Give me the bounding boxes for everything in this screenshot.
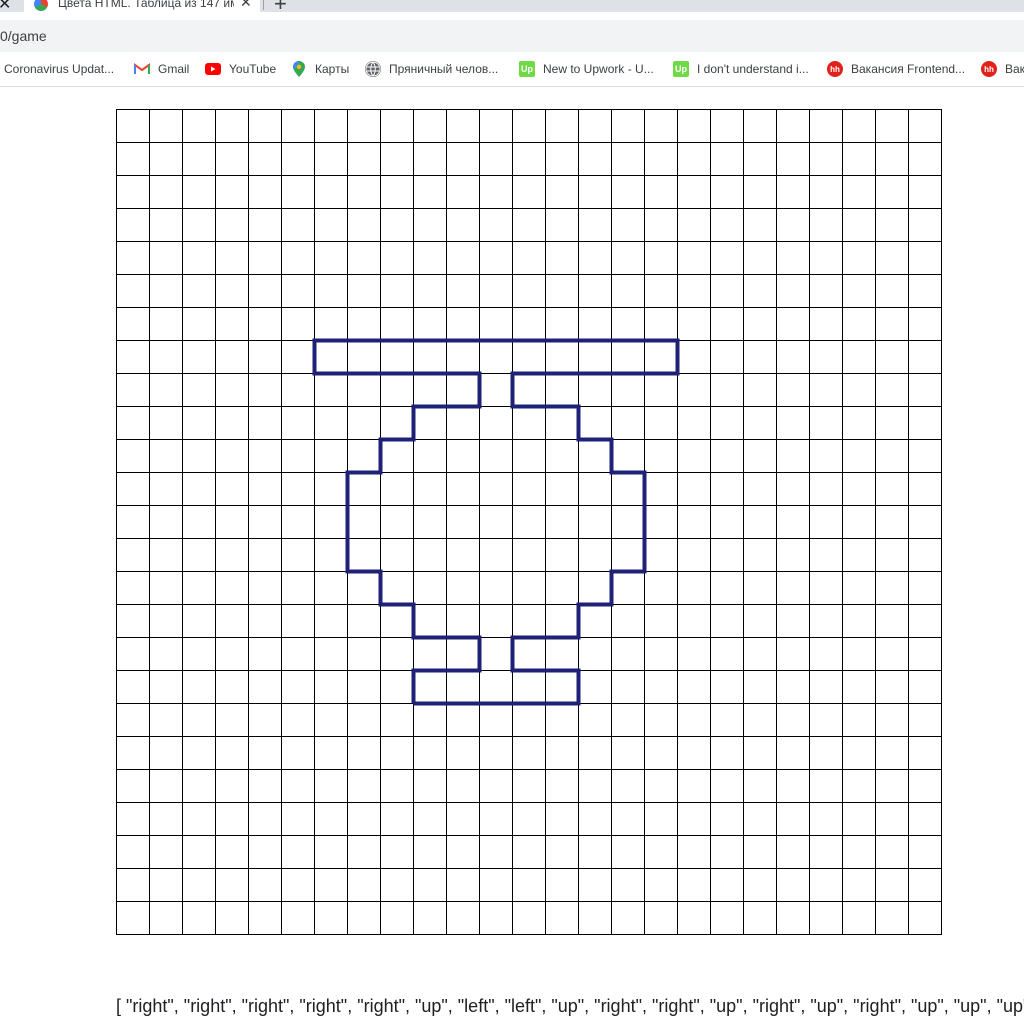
bookmark-label: Вак: [1005, 62, 1024, 76]
hh-icon: hh: [827, 61, 843, 77]
upwork-icon: Up: [673, 61, 689, 77]
bookmark-hh-vacancy[interactable]: hh Вакансия Frontend...: [827, 60, 965, 78]
bookmark-label: Карты: [315, 62, 350, 76]
bookmark-label: New to Upwork - U...: [543, 62, 654, 76]
bookmark-youtube[interactable]: YouTube: [205, 60, 276, 78]
youtube-icon: [205, 61, 221, 77]
bookmark-label: I don't understand i...: [697, 62, 809, 76]
tab-close-icon[interactable]: ✕: [240, 0, 252, 11]
bookmark-label: YouTube: [229, 62, 277, 76]
bookmark-gmail[interactable]: Gmail: [134, 60, 189, 78]
active-tab[interactable]: Цвета HTML. Таблица из 147 им ✕: [24, 0, 260, 12]
bookmark-gingerbread[interactable]: Пряничный челов...: [365, 60, 498, 78]
bookmark-label: Coronavirus Updat...: [4, 62, 115, 76]
tab-title: Цвета HTML. Таблица из 147 им: [58, 0, 234, 10]
upwork-icon: Up: [519, 61, 535, 77]
globe-icon: [365, 61, 381, 77]
bookmark-maps[interactable]: Карты: [291, 60, 349, 78]
bookmark-label: Вакансия Frontend...: [851, 62, 966, 76]
bookmark-upwork-new[interactable]: Up New to Upwork - U...: [519, 60, 654, 78]
tab-divider: [263, 0, 264, 10]
bookmark-label: Пряничный челов...: [389, 62, 499, 76]
bookmark-label: Gmail: [158, 62, 190, 76]
tab-strip: ✕ Цвета HTML. Таблица из 147 им ✕ +: [0, 0, 1024, 12]
address-bar[interactable]: [0, 20, 1024, 52]
moves-output: [ "right", "right", "right", "right", "r…: [116, 996, 1024, 1016]
previous-tab-close-icon[interactable]: ✕: [0, 0, 11, 12]
hh-icon: hh: [981, 61, 997, 77]
browser-toolbar: 0/game: [0, 12, 1024, 52]
bookmark-upwork-question[interactable]: Up I don't understand i...: [673, 60, 809, 78]
new-tab-button[interactable]: +: [274, 0, 287, 12]
game-grid[interactable]: [116, 109, 943, 936]
tab-favicon-icon: [34, 0, 48, 11]
bookmark-coronavirus[interactable]: Coronavirus Updat...: [4, 60, 114, 78]
bookmarks-bar: Coronavirus Updat... Gmail YouTube Карты…: [0, 52, 1024, 87]
maps-pin-icon: [291, 61, 307, 77]
gmail-icon: [134, 61, 150, 77]
bookmark-hh-vacancy-2[interactable]: hh Вак: [981, 60, 1024, 78]
address-bar-url[interactable]: 0/game: [0, 28, 47, 44]
drawn-path: [312, 338, 680, 706]
